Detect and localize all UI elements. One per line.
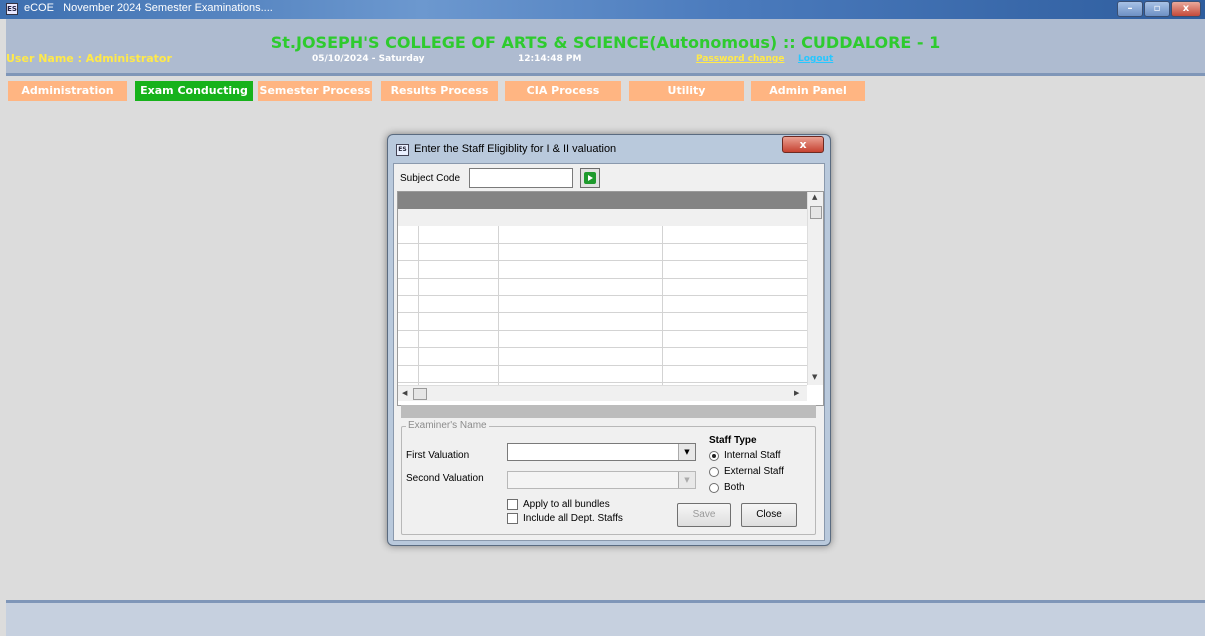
chevron-down-icon[interactable]: ▼	[678, 472, 695, 488]
internal-staff-label[interactable]: Internal Staff	[724, 450, 781, 461]
menu-cia-process[interactable]: CIA Process	[505, 81, 621, 101]
menu-administration[interactable]: Administration	[8, 81, 127, 101]
window-title: eCOE November 2024 Semester Examinations…	[24, 2, 273, 14]
scroll-left-icon[interactable]: ◀	[402, 389, 407, 397]
grid-column-divider	[498, 226, 499, 385]
grid-row-line	[398, 382, 807, 383]
app-header: St.JOSEPH'S COLLEGE OF ARTS & SCIENCE(Au…	[6, 19, 1205, 74]
minimize-button[interactable]: –	[1117, 1, 1143, 17]
apply-all-bundles-checkbox[interactable]	[507, 499, 518, 510]
status-bar	[6, 603, 1205, 636]
dialog-body: Subject Code ▲ ▼ ◀ ▶ Examiner's Name Fir…	[393, 163, 825, 541]
grid-row-line	[398, 312, 807, 313]
second-valuation-label: Second Valuation	[406, 473, 484, 484]
current-time: 12:14:48 PM	[518, 54, 582, 64]
horizontal-scroll-thumb[interactable]	[413, 388, 427, 400]
close-button[interactable]: Close	[741, 503, 797, 527]
go-arrow-icon	[584, 172, 596, 184]
grid-column-divider	[662, 226, 663, 385]
examiner-group: Examiner's Name First Valuation ▼ Second…	[401, 420, 816, 535]
grid-header-band	[398, 209, 807, 226]
internal-staff-radio[interactable]	[709, 451, 719, 461]
menu-semester-process[interactable]: Semester Process	[258, 81, 372, 101]
subject-code-input[interactable]	[469, 168, 573, 188]
subject-code-label: Subject Code	[400, 173, 461, 184]
grid-footer-bar	[401, 405, 816, 418]
current-date: 05/10/2024 - Saturday	[312, 54, 425, 64]
grid-row-line	[398, 260, 807, 261]
grid-header	[398, 192, 807, 209]
maximize-button[interactable]: ▫	[1144, 1, 1170, 17]
grid-row-line	[398, 243, 807, 244]
grid-horizontal-scrollbar[interactable]: ◀ ▶	[398, 385, 807, 401]
grid-row-line	[398, 295, 807, 296]
external-staff-radio[interactable]	[709, 467, 719, 477]
grid-row-line	[398, 278, 807, 279]
menu-exam-conducting[interactable]: Exam Conducting	[135, 81, 253, 101]
second-valuation-dropdown[interactable]: ▼	[507, 471, 696, 489]
first-valuation-label: First Valuation	[406, 450, 470, 461]
both-radio[interactable]	[709, 483, 719, 493]
menu-admin-panel[interactable]: Admin Panel	[751, 81, 865, 101]
staff-eligibility-dialog: ES Enter the Staff Eligiblity for I & II…	[387, 134, 831, 546]
grid-row-line	[398, 330, 807, 331]
grid-vertical-scrollbar[interactable]: ▲ ▼	[807, 192, 823, 385]
include-dept-staffs-checkbox[interactable]	[507, 513, 518, 524]
college-title: St.JOSEPH'S COLLEGE OF ARTS & SCIENCE(Au…	[270, 33, 941, 52]
both-label[interactable]: Both	[724, 482, 745, 493]
examiner-group-label: Examiner's Name	[406, 420, 489, 431]
include-dept-staffs-label[interactable]: Include all Dept. Staffs	[523, 513, 623, 524]
dialog-app-icon: ES	[396, 144, 409, 156]
staff-type-label: Staff Type	[709, 435, 757, 446]
external-staff-label[interactable]: External Staff	[724, 466, 784, 477]
menu-utility[interactable]: Utility	[629, 81, 744, 101]
save-button[interactable]: Save	[677, 503, 731, 527]
user-name-label: User Name : Administrator	[6, 52, 172, 65]
staff-grid[interactable]: ▲ ▼ ◀ ▶	[397, 191, 824, 406]
grid-row-line	[398, 347, 807, 348]
grid-column-divider	[418, 226, 419, 385]
vertical-scroll-thumb[interactable]	[810, 206, 822, 219]
dialog-title: Enter the Staff Eligiblity for I & II va…	[414, 143, 617, 155]
dialog-close-button[interactable]: x	[782, 136, 824, 153]
scroll-up-icon[interactable]: ▲	[812, 193, 817, 201]
scroll-down-icon[interactable]: ▼	[812, 373, 817, 381]
header-divider	[6, 73, 1205, 76]
grid-row-line	[398, 365, 807, 366]
app-icon: ES	[6, 3, 18, 15]
logout-link[interactable]: Logout	[798, 54, 833, 64]
apply-all-bundles-label[interactable]: Apply to all bundles	[523, 499, 610, 510]
password-change-link[interactable]: Password change	[696, 54, 784, 64]
menu-results-process[interactable]: Results Process	[381, 81, 498, 101]
first-valuation-dropdown[interactable]: ▼	[507, 443, 696, 461]
chevron-down-icon[interactable]: ▼	[678, 444, 695, 460]
go-button[interactable]	[580, 168, 600, 188]
window-title-bar[interactable]: ES eCOE November 2024 Semester Examinati…	[0, 0, 1205, 19]
scroll-right-icon[interactable]: ▶	[794, 389, 799, 397]
window-close-button[interactable]: x	[1171, 1, 1201, 17]
